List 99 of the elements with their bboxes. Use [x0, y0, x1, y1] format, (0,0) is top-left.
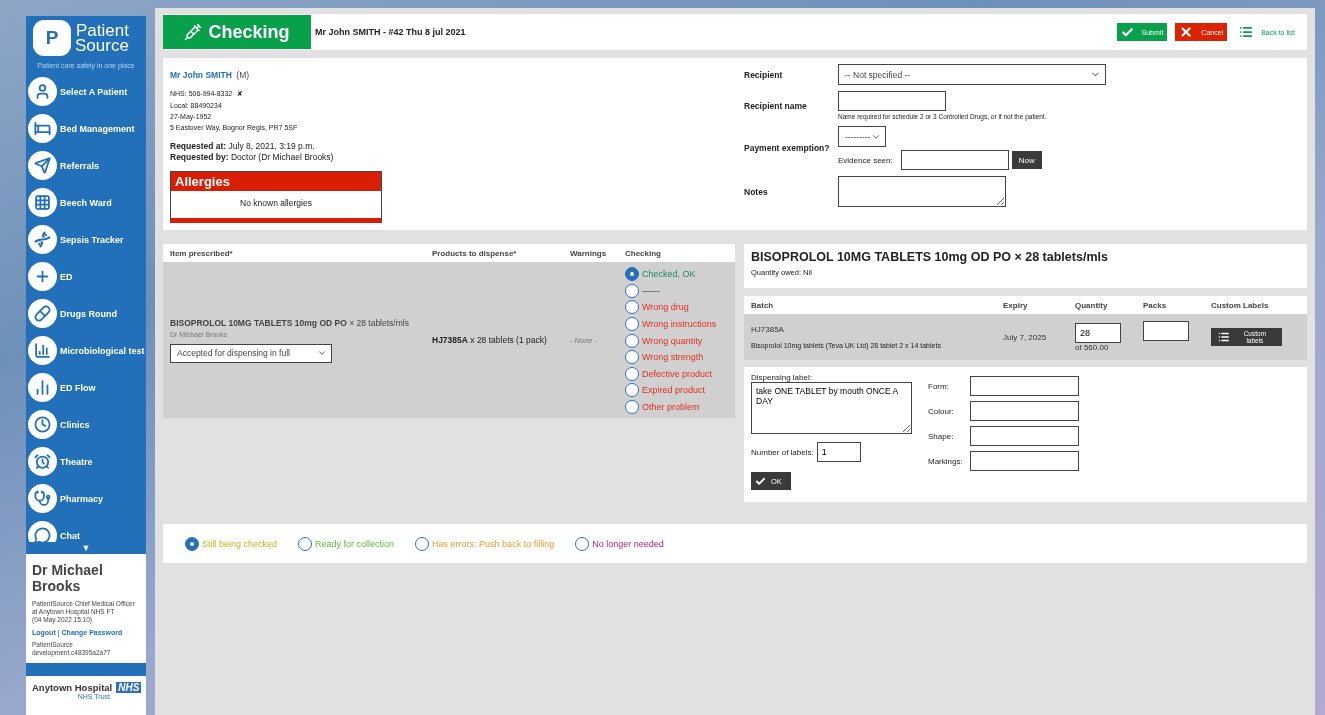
expiry-date: July 7, 2025 — [1003, 332, 1048, 342]
radio-button[interactable] — [625, 333, 639, 348]
nav-item[interactable]: Select A Patient — [26, 73, 146, 110]
page-title-text: Checking — [208, 21, 290, 43]
now-button[interactable]: Now — [1011, 151, 1042, 169]
allergies-title: Allergies — [171, 172, 381, 191]
requested-by: Requested by: Doctor (Dr Michael Brooks) — [170, 152, 335, 163]
nav-item[interactable]: Clinics — [26, 406, 146, 443]
radio-button[interactable] — [625, 300, 639, 315]
field-label: Notes — [744, 186, 769, 197]
field-label: Dispensing label: — [751, 373, 813, 382]
nav-item[interactable]: Pharmacy — [26, 480, 146, 517]
labels-count-field[interactable]: 1 — [816, 442, 861, 462]
patient-heading: Mr John SMITH - #42 Thu 8 jul 2021 — [315, 27, 467, 37]
logo-icon: P — [33, 20, 71, 56]
field-label: Recipient name — [744, 100, 808, 111]
radio-label: Checked, OK — [642, 268, 696, 281]
radio-label: Ready for collection — [315, 537, 395, 550]
close-icon — [1179, 25, 1194, 39]
tablet-detail-field[interactable] — [970, 426, 1079, 446]
field-label: Shape: — [928, 431, 955, 441]
field-label: Recipient — [744, 69, 784, 80]
nav-item[interactable]: Sepsis Tracker — [26, 221, 146, 258]
tablet-detail-field[interactable] — [970, 376, 1079, 396]
patient-name-link[interactable]: Mr John SMITH — [170, 70, 232, 80]
evidence-field[interactable] — [900, 150, 1009, 170]
check-icon — [1120, 25, 1134, 39]
logo-text: Source — [75, 38, 129, 53]
radio-button[interactable] — [575, 536, 590, 551]
field-label: Markings: — [928, 456, 964, 466]
check-icon — [755, 475, 766, 487]
allergies-text: No known allergies — [239, 197, 313, 210]
nav-item[interactable]: Drugs Round — [26, 295, 146, 332]
field-label: Colour: — [928, 406, 955, 416]
recipient-select[interactable]: -- Not specified -- — [838, 64, 1106, 85]
nav-item[interactable]: Referrals — [26, 147, 146, 184]
radio-button[interactable] — [185, 536, 199, 551]
radio-label: No longer needed — [592, 537, 664, 550]
radio-button[interactable] — [625, 383, 639, 398]
column-header: Custom Labels — [1211, 300, 1270, 310]
field-label: Number of labels: — [751, 447, 814, 457]
radio-label: Still being checked — [202, 537, 278, 550]
nav-item[interactable]: Beech Ward — [26, 184, 146, 221]
column-header: Expiry — [1003, 300, 1029, 310]
radio-button[interactable] — [625, 366, 639, 381]
column-header: Quantity — [1075, 300, 1109, 310]
medicine-icon — [184, 23, 203, 41]
requested-at: Requested at: July 8, 2021, 3:19 p.m. — [170, 141, 316, 152]
notes-field[interactable] — [838, 176, 1006, 207]
recipient-name-field[interactable] — [838, 91, 946, 111]
evidence-label: Evidence seen: — [838, 155, 893, 165]
exemption-select[interactable]: --------- — [838, 126, 886, 147]
radio-label: Expired product — [642, 384, 706, 397]
radio-button[interactable] — [415, 536, 430, 551]
logo-text: Patient — [75, 23, 129, 38]
decision-select[interactable]: Accepted for dispensing in full — [170, 343, 332, 363]
tablet-detail-field[interactable] — [970, 401, 1079, 421]
dispensing-label-field[interactable]: take ONE TABLET by mouth ONCE A DAY — [751, 382, 912, 434]
tablet-detail-field[interactable] — [970, 451, 1079, 471]
hospital-name: Anytown Hospital — [32, 681, 113, 693]
radio-label: Wrong quantity — [642, 334, 703, 347]
radio-label: Wrong drug — [642, 301, 689, 314]
nav-item[interactable]: Microbiological test — [26, 332, 146, 369]
radio-button[interactable] — [625, 350, 639, 365]
user-name: Dr Michael Brooks — [32, 562, 104, 595]
radio-button[interactable] — [625, 267, 639, 282]
column-header: Packs — [1143, 300, 1168, 310]
quantity-total: of 560.00 — [1075, 342, 1110, 352]
product-to-dispense: HJ7385A x 28 tablets (1 pack) — [432, 335, 548, 346]
packs-field[interactable] — [1143, 321, 1189, 341]
quantity-field[interactable]: 28 — [1075, 322, 1121, 343]
radio-button[interactable] — [625, 283, 639, 298]
radio-label: Defective product — [642, 367, 713, 380]
nav-item[interactable]: Bed Management — [26, 110, 146, 147]
radio-label: Has errors: Push back to filling — [432, 537, 555, 550]
radio-label: Other problem — [642, 401, 700, 414]
radio-label: Wrong strength — [642, 351, 704, 364]
field-label: Payment exemption? — [744, 143, 831, 153]
nav-item[interactable]: ED — [26, 258, 146, 295]
radio-label: Wrong instructions — [642, 318, 717, 331]
nav-item[interactable]: ED Flow — [26, 369, 146, 406]
column-header: Item prescribed* — [170, 248, 234, 258]
column-header: Warnings — [570, 248, 608, 258]
radio-button[interactable] — [298, 536, 313, 551]
nhs-badge: NHS — [116, 681, 142, 693]
column-header: Products to dispense* — [432, 248, 518, 258]
radio-button[interactable] — [625, 400, 639, 415]
prescribed-item: BISOPROLOL 10MG TABLETS 10mg OD PO × 28 tablets/mls — [170, 317, 410, 328]
patient-sex: (M) — [236, 70, 250, 80]
nav-item[interactable]: Theatre — [26, 443, 146, 480]
column-header: Batch — [751, 300, 775, 310]
list-icon — [1218, 331, 1230, 343]
batch-number: HJ7385A — [751, 325, 785, 334]
list-icon — [1239, 25, 1254, 39]
product-title: BISOPROLOL 10MG TABLETS 10mg OD PO × 28 tablets/mls — [751, 250, 1109, 264]
column-header: Checking — [625, 248, 662, 258]
radio-label: ------ — [642, 284, 660, 297]
radio-button[interactable] — [625, 317, 639, 332]
field-label: Form: — [928, 381, 950, 391]
